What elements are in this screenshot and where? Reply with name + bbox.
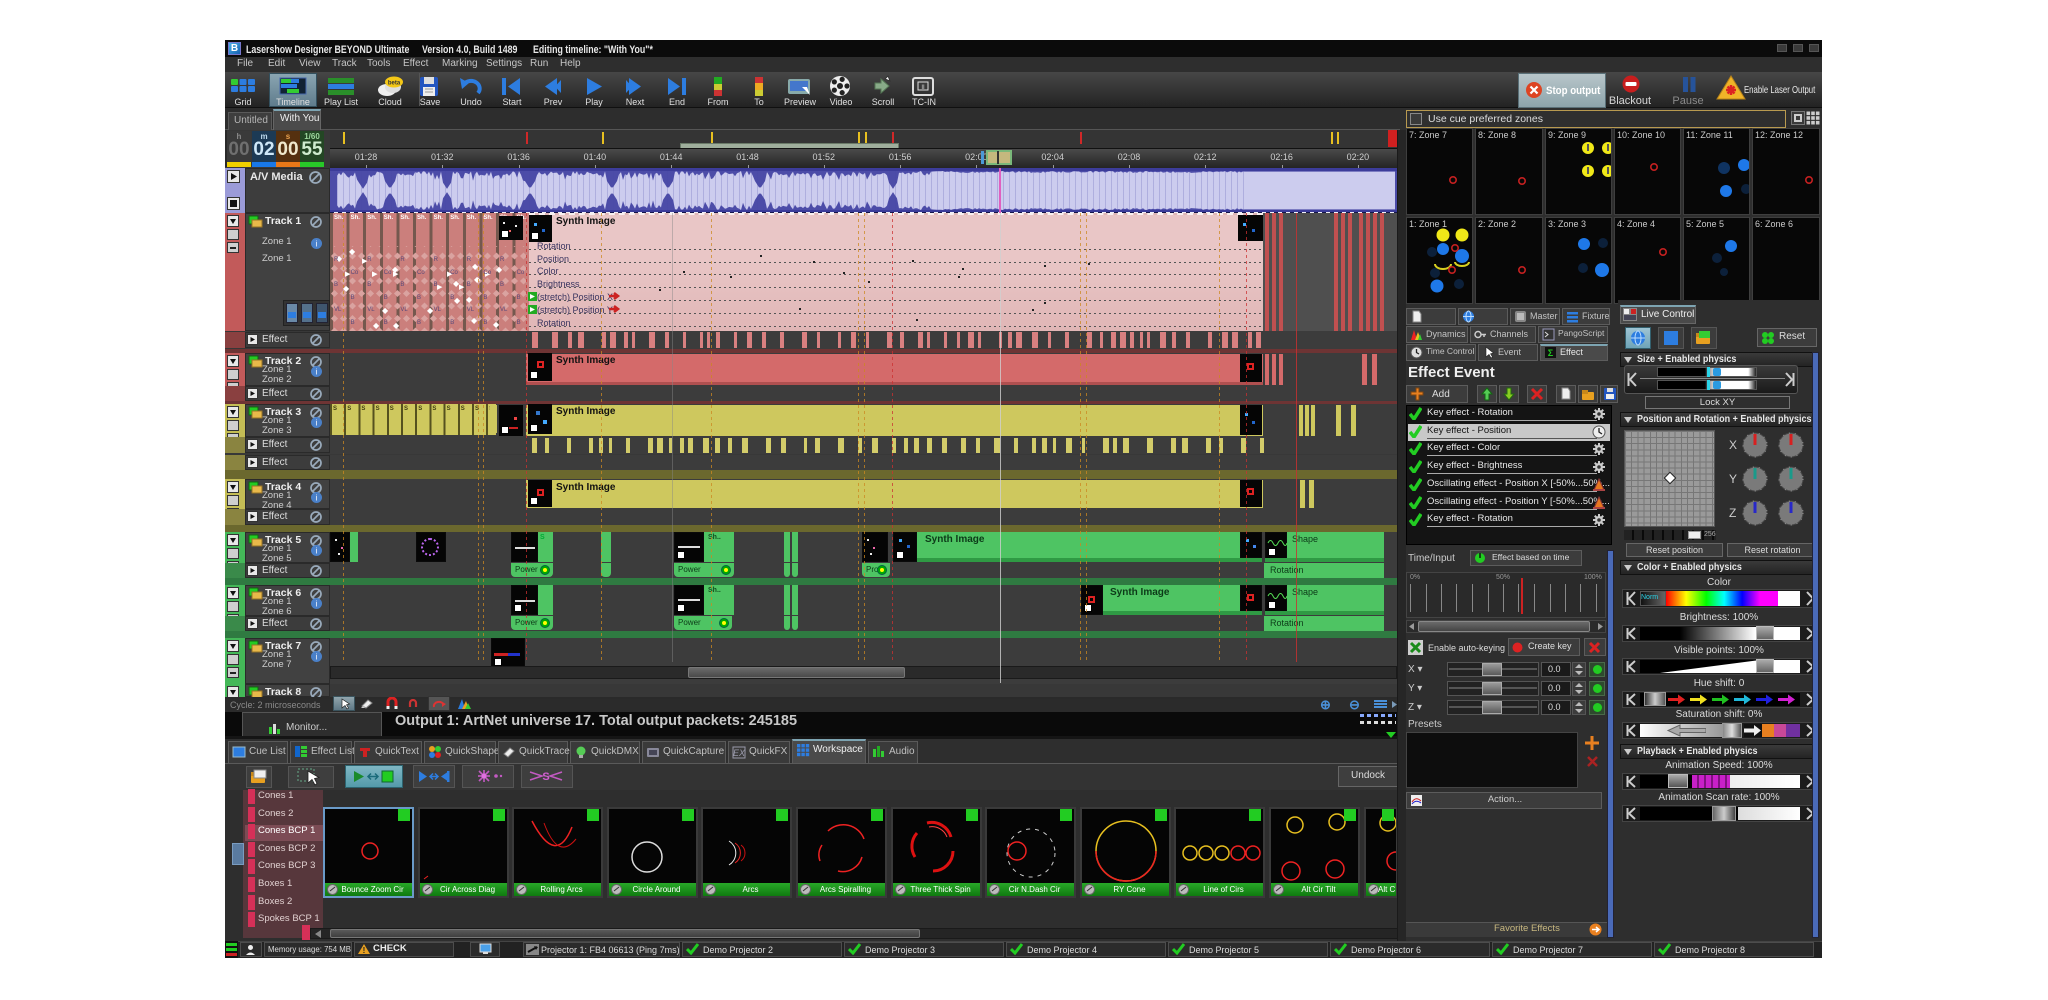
svg-text:i: i: [316, 419, 318, 428]
svg-text:!: !: [363, 946, 366, 955]
svg-text:i: i: [316, 368, 318, 377]
svg-text:i: i: [316, 240, 318, 249]
svg-text:i: i: [316, 494, 318, 503]
svg-text:i: i: [316, 653, 318, 662]
svg-text:S: S: [542, 771, 549, 783]
svg-text:i: i: [316, 547, 318, 556]
svg-text:i: i: [316, 600, 318, 609]
svg-text:EX: EX: [733, 748, 746, 758]
svg-text:Σ: Σ: [1548, 348, 1554, 358]
